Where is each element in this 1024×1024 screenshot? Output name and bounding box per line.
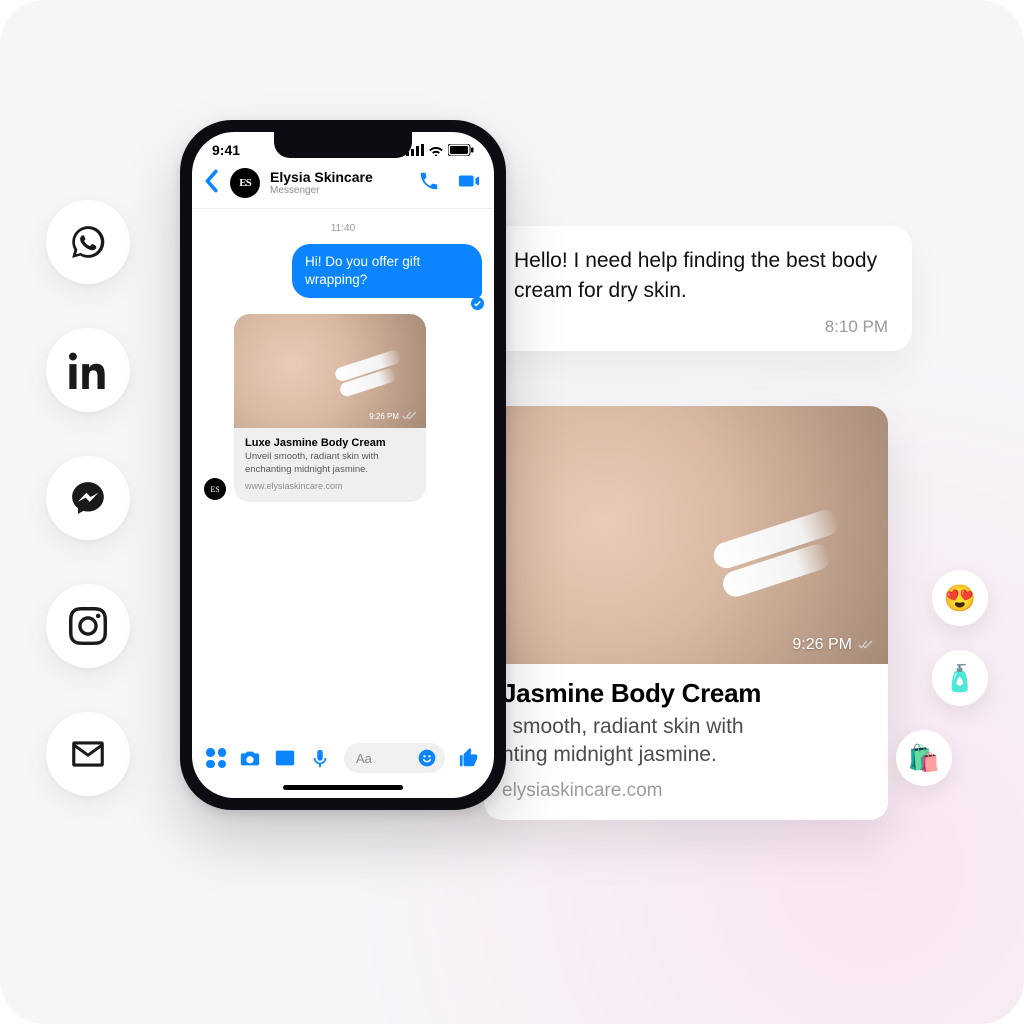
mail-icon[interactable] [46,712,130,796]
chat-subtitle: Messenger [270,185,408,196]
camera-button[interactable] [239,747,261,769]
incoming-card-row: ES 9:26 PM Luxe Jasmine Body Cream Unvei… [204,314,482,502]
message-input-placeholder: Aa [356,751,372,766]
like-button[interactable] [458,747,480,769]
message-thread[interactable]: 11:40 Hi! Do you offer gift wrapping? ES… [192,209,494,733]
back-button[interactable] [202,169,220,198]
product-card-timestamp: 9:26 PM [792,636,874,654]
incoming-message-timestamp: 8:10 PM [514,317,888,337]
avatar[interactable]: ES [230,168,260,198]
chat-name: Elysia Skincare [270,170,408,185]
avatar: ES [204,478,226,500]
linkedin-icon[interactable] [46,328,130,412]
link-card-description: Unveil smooth, radiant skin with enchant… [245,451,415,476]
reaction-bubbles: 😍 🧴 🛍️ [932,570,988,786]
mic-button[interactable] [309,747,331,769]
outgoing-message-text: Hi! Do you offer gift wrapping? [292,244,482,298]
video-call-button[interactable] [458,170,480,197]
outgoing-message[interactable]: Hi! Do you offer gift wrapping? [204,244,482,298]
wifi-icon [428,144,444,156]
apps-button[interactable] [206,748,226,768]
product-card-url: elysiaskincare.com [502,780,870,802]
link-card-image: 9:26 PM [234,314,426,428]
composer: Aa [192,733,494,781]
product-card-description: l smooth, radiant skin withnting midnigh… [502,713,870,770]
link-card-url: www.elysiaskincare.com [245,481,415,491]
emoji-bubble[interactable]: 🧴 [932,650,988,706]
gallery-button[interactable] [274,747,296,769]
seen-indicator-icon [471,297,484,310]
phone-notch [274,132,412,158]
messenger-icon[interactable] [46,456,130,540]
emoji-button[interactable] [417,748,437,768]
audio-call-button[interactable] [418,170,440,197]
emoji-bubble[interactable]: 🛍️ [896,730,952,786]
link-card-title: Luxe Jasmine Body Cream [245,437,415,449]
phone-frame: 9:41 ES Elysia Skincare Messenger [180,120,506,810]
thread-timestamp: 11:40 [204,223,482,234]
instagram-icon[interactable] [46,584,130,668]
incoming-message-bubble: Hello! I need help finding the best body… [490,226,912,351]
chat-header: ES Elysia Skincare Messenger [192,158,494,209]
product-card[interactable]: 9:26 PM Jasmine Body Cream l smooth, rad… [484,406,888,820]
battery-icon [448,144,474,156]
chat-title-block[interactable]: Elysia Skincare Messenger [270,170,408,196]
product-card-title: Jasmine Body Cream [502,678,870,709]
emoji-bubble[interactable]: 😍 [932,570,988,626]
home-indicator[interactable] [283,785,403,790]
channel-list [46,200,130,796]
whatsapp-icon[interactable] [46,200,130,284]
product-image: 9:26 PM [484,406,888,664]
marketing-stage: Hello! I need help finding the best body… [0,0,1024,1024]
link-card[interactable]: 9:26 PM Luxe Jasmine Body Cream Unveil s… [234,314,426,502]
status-time: 9:41 [212,142,240,158]
link-card-timestamp: 9:26 PM [369,410,418,422]
message-input[interactable]: Aa [344,743,445,773]
incoming-message-text: Hello! I need help finding the best body… [514,246,888,307]
phone-screen: 9:41 ES Elysia Skincare Messenger [192,132,494,798]
